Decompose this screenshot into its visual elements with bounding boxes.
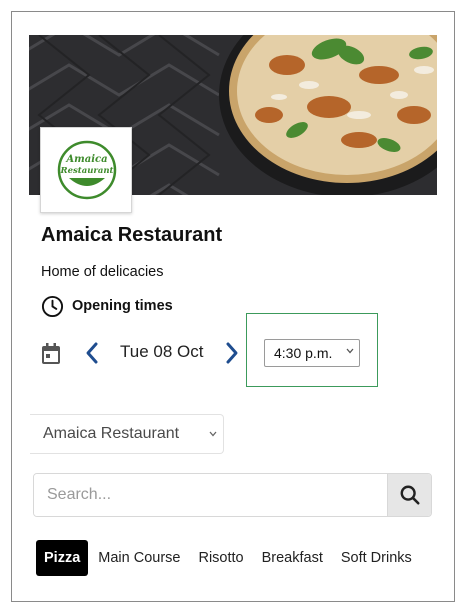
logo-badge: Amaica Restaurant (57, 140, 117, 200)
opening-times-link[interactable]: Opening times (41, 294, 173, 318)
next-day-button[interactable] (222, 340, 242, 366)
search-bar (33, 473, 432, 517)
chevron-down-icon (209, 431, 217, 437)
restaurant-logo: Amaica Restaurant (40, 127, 132, 213)
search-icon (400, 485, 420, 505)
restaurant-select[interactable]: Amaica Restaurant (30, 414, 224, 454)
chevron-left-icon (86, 342, 98, 364)
clock-icon (41, 295, 64, 317)
opening-times-label: Opening times (72, 298, 173, 314)
selected-date: Tue 08 Oct (120, 342, 204, 361)
calendar-icon (42, 343, 60, 364)
category-tab-main-course[interactable]: Main Course (98, 550, 180, 566)
restaurant-name: Amaica Restaurant (41, 224, 223, 246)
logo-text-line1: Amaica (65, 154, 107, 165)
logo-text-line2: Restaurant (60, 166, 114, 176)
time-select-value: 4:30 p.m. (274, 345, 333, 361)
chevron-down-icon (346, 348, 354, 354)
time-select[interactable]: 4:30 p.m. (264, 339, 360, 367)
category-tabs: Pizza Main Course Risotto Breakfast Soft… (36, 540, 412, 576)
search-input[interactable] (34, 474, 387, 516)
restaurant-tagline: Home of delicacies (41, 264, 164, 280)
category-tab-soft-drinks[interactable]: Soft Drinks (341, 550, 412, 566)
chevron-right-icon (226, 342, 238, 364)
category-tab-risotto[interactable]: Risotto (198, 550, 243, 566)
category-tab-pizza[interactable]: Pizza (36, 540, 89, 576)
search-button[interactable] (387, 474, 431, 516)
restaurant-select-value: Amaica Restaurant (43, 425, 180, 442)
category-tab-breakfast[interactable]: Breakfast (262, 550, 323, 566)
previous-day-button[interactable] (82, 340, 102, 366)
